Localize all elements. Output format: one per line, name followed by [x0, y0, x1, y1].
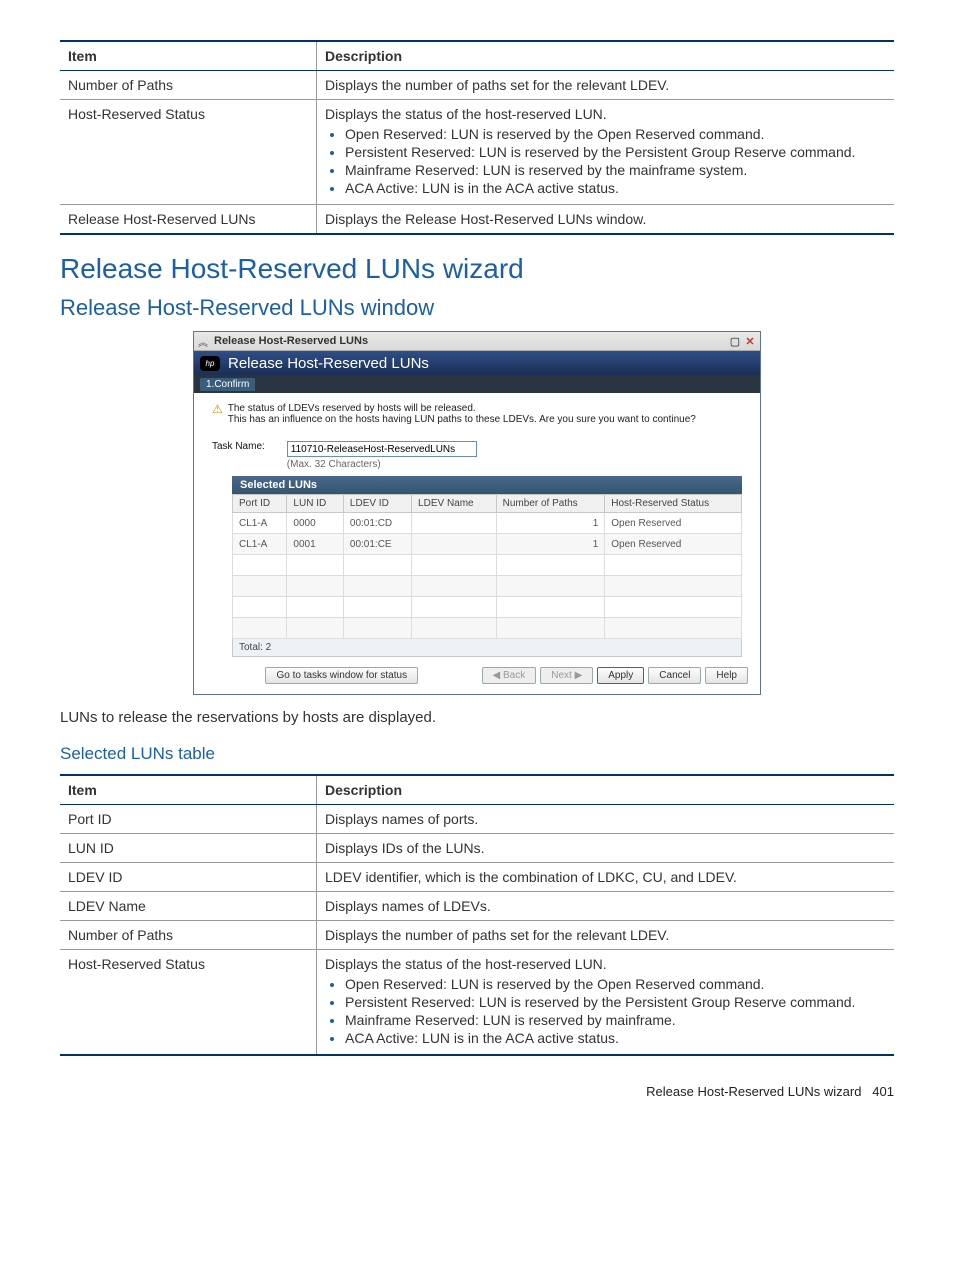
warning-icon: ⚠: [212, 403, 223, 415]
hp-logo-icon: hp: [200, 356, 220, 371]
table-row: CL1-A 0001 00:01:CE 1 Open Reserved: [233, 534, 742, 555]
table-row: CL1-A 0000 00:01:CD 1 Open Reserved: [233, 513, 742, 534]
col-desc: Description: [317, 775, 895, 805]
cancel-button[interactable]: Cancel: [648, 667, 701, 684]
table-row: [233, 576, 742, 597]
heading-selected-luns-table: Selected LUNs table: [60, 744, 894, 764]
heading-window: Release Host-Reserved LUNs window: [60, 295, 894, 321]
col-item: Item: [60, 775, 317, 805]
table-row: Host-Reserved Status Displays the status…: [60, 100, 894, 205]
help-button[interactable]: Help: [705, 667, 748, 684]
lower-doc-table: Item Description Port IDDisplays names o…: [60, 774, 894, 1056]
grid-total: Total: 2: [232, 639, 742, 657]
col-desc: Description: [317, 41, 895, 71]
back-button[interactable]: ◀ Back: [482, 667, 537, 684]
table-row: [233, 618, 742, 639]
heading-wizard: Release Host-Reserved LUNs wizard: [60, 253, 894, 285]
table-row: Number of Paths Displays the number of p…: [60, 71, 894, 100]
selected-luns-header: Selected LUNs: [232, 476, 742, 494]
release-luns-dialog: ︽ Release Host-Reserved LUNs ▢ ✕ hp Rele…: [193, 331, 761, 695]
dialog-window-title: Release Host-Reserved LUNs: [214, 335, 726, 347]
table-row: LDEV NameDisplays names of LDEVs.: [60, 892, 894, 921]
go-to-tasks-button[interactable]: Go to tasks window for status: [265, 667, 418, 684]
dialog-title: Release Host-Reserved LUNs: [228, 355, 429, 372]
apply-button[interactable]: Apply: [597, 667, 644, 684]
table-row: LDEV IDLDEV identifier, which is the com…: [60, 863, 894, 892]
page-footer: Release Host-Reserved LUNs wizard 401: [60, 1084, 894, 1099]
intro-text: LUNs to release the reservations by host…: [60, 709, 894, 726]
selected-luns-grid: Port ID LUN ID LDEV ID LDEV Name Number …: [232, 494, 742, 639]
close-icon[interactable]: ✕: [744, 335, 756, 347]
maximize-icon[interactable]: ▢: [729, 335, 741, 347]
table-row: [233, 555, 742, 576]
collapse-icon[interactable]: ︽: [198, 334, 208, 349]
dialog-step-bar: 1.Confirm: [194, 375, 760, 393]
dialog-titlebar: ︽ Release Host-Reserved LUNs ▢ ✕: [194, 332, 760, 351]
col-item: Item: [60, 41, 317, 71]
dialog-header-bar: hp Release Host-Reserved LUNs: [194, 351, 760, 375]
table-row: [233, 597, 742, 618]
task-name-hint: (Max. 32 Characters): [287, 459, 477, 470]
table-row: LUN IDDisplays IDs of the LUNs.: [60, 834, 894, 863]
next-button[interactable]: Next ▶: [540, 667, 593, 684]
warning-line-1: The status of LDEVs reserved by hosts wi…: [228, 403, 696, 414]
table-row: Host-Reserved Status Displays the status…: [60, 950, 894, 1056]
step-confirm: 1.Confirm: [200, 378, 255, 391]
warning-line-2: This has an influence on the hosts havin…: [228, 414, 696, 425]
task-name-label: Task Name:: [212, 441, 265, 452]
table-row: Release Host-Reserved LUNs Displays the …: [60, 205, 894, 235]
table-row: Number of PathsDisplays the number of pa…: [60, 921, 894, 950]
task-name-input[interactable]: [287, 441, 477, 457]
upper-doc-table: Item Description Number of Paths Display…: [60, 40, 894, 235]
table-row: Port IDDisplays names of ports.: [60, 805, 894, 834]
